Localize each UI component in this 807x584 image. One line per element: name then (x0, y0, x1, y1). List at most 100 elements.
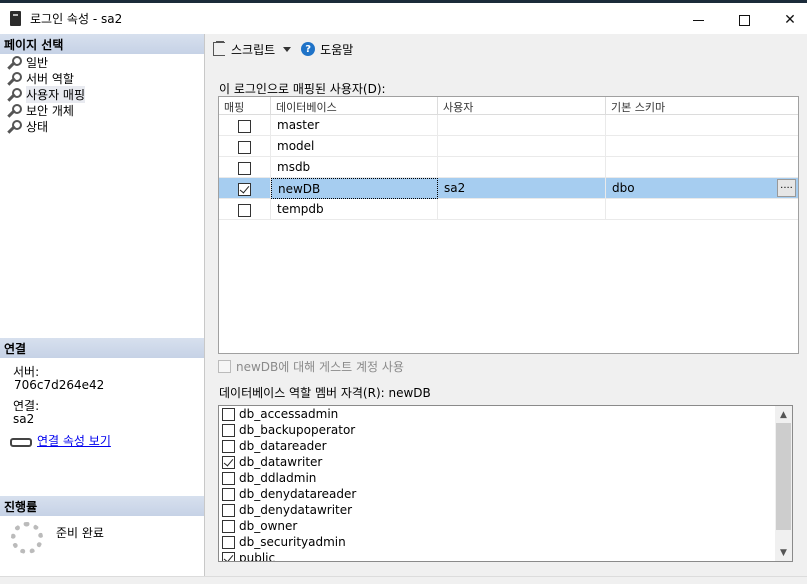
guest-checkbox[interactable] (218, 360, 231, 373)
column-header-user[interactable]: 사용자 (438, 97, 606, 115)
table-row-selected[interactable]: newDB sa2 dbo .... (219, 178, 798, 199)
minimize-button[interactable] (675, 6, 721, 34)
nav-item-label: 서버 역할 (26, 71, 74, 86)
role-checkbox[interactable] (222, 471, 235, 485)
schema-cell[interactable] (606, 115, 798, 136)
progress-spinner-icon (11, 522, 43, 554)
role-membership-list: db_accessadmin db_backupoperator db_data… (218, 405, 793, 562)
schema-value: dbo (612, 181, 635, 195)
map-checkbox[interactable] (238, 120, 251, 133)
role-checkbox[interactable] (222, 503, 235, 517)
role-checkbox[interactable] (222, 455, 235, 469)
guest-label: newDB에 대해 게스트 계정 사용 (236, 360, 404, 374)
chevron-down-icon[interactable] (283, 46, 292, 52)
list-item[interactable]: db_datawriter (222, 454, 322, 470)
list-item[interactable]: db_denydatareader (222, 486, 356, 502)
close-button[interactable]: ✕ (767, 6, 807, 34)
schema-cell[interactable] (606, 136, 798, 157)
nav-item-user-mapping[interactable]: 사용자 매핑 (6, 85, 86, 103)
table-row[interactable]: master (219, 115, 798, 136)
browse-schema-button[interactable]: .... (777, 179, 796, 197)
database-cell: newDB (271, 178, 438, 199)
role-checkbox[interactable] (222, 407, 235, 421)
schema-cell[interactable]: dbo .... (606, 178, 798, 199)
role-name: public (239, 551, 276, 562)
scroll-thumb[interactable] (776, 423, 791, 530)
list-item[interactable]: db_ddladmin (222, 470, 316, 486)
help-label: 도움말 (320, 42, 354, 57)
role-checkbox[interactable] (222, 535, 235, 549)
list-item[interactable]: db_securityadmin (222, 534, 346, 550)
role-name: db_securityadmin (239, 535, 346, 549)
table-row[interactable]: msdb (219, 157, 798, 178)
map-checkbox[interactable] (238, 162, 251, 175)
role-checkbox[interactable] (222, 487, 235, 501)
map-cell (219, 136, 271, 157)
nav-item-general[interactable]: 일반 (6, 54, 85, 70)
role-name: db_backupoperator (239, 423, 356, 437)
wrench-icon (6, 87, 22, 101)
list-item[interactable]: public (222, 550, 276, 562)
nav-item-status[interactable]: 상태 (6, 118, 85, 134)
guest-account-option[interactable]: newDB에 대해 게스트 계정 사용 (218, 358, 404, 375)
role-checkbox[interactable] (222, 423, 235, 437)
help-icon: ? (301, 42, 316, 56)
column-header-default-schema[interactable]: 기본 스키마 (606, 97, 798, 115)
help-button[interactable]: ? 도움말 (301, 41, 353, 58)
map-cell (219, 115, 271, 136)
nav-item-label: 사용자 매핑 (26, 85, 86, 103)
maximize-icon (738, 14, 750, 26)
map-cell (219, 199, 271, 220)
toolbar: 스크립트 ? 도움말 (213, 40, 363, 58)
role-checkbox[interactable] (222, 551, 235, 561)
wrench-icon (6, 103, 22, 117)
grid-header: 매핑 데이터베이스 사용자 기본 스키마 (219, 97, 798, 115)
window-title: 로그인 속성 - sa2 (30, 12, 123, 26)
progress-status: 준비 완료 (56, 526, 104, 540)
column-header-map[interactable]: 매핑 (219, 97, 271, 115)
scroll-up-icon[interactable]: ▲ (775, 406, 792, 423)
user-cell[interactable] (438, 199, 606, 220)
role-checkbox[interactable] (222, 519, 235, 533)
user-cell[interactable] (438, 115, 606, 136)
connection-info: 연결: sa2 (13, 400, 39, 426)
map-checkbox[interactable] (238, 141, 251, 154)
nav-item-server-roles[interactable]: 서버 역할 (6, 70, 85, 86)
script-icon (213, 41, 225, 56)
table-row[interactable]: model (219, 136, 798, 157)
server-value: 706c7d264e42 (14, 378, 105, 392)
list-item[interactable]: db_backupoperator (222, 422, 355, 438)
database-cell: msdb (271, 157, 438, 178)
connection-value: sa2 (13, 412, 35, 426)
role-checkbox[interactable] (222, 439, 235, 453)
map-checkbox[interactable] (238, 183, 251, 196)
script-button[interactable]: 스크립트 (213, 41, 292, 58)
schema-cell[interactable] (606, 199, 798, 220)
pages-header: 페이지 선택 (0, 34, 204, 54)
schema-cell[interactable] (606, 157, 798, 178)
list-item[interactable]: db_owner (222, 518, 297, 534)
list-item[interactable]: db_datareader (222, 438, 327, 454)
column-header-database[interactable]: 데이터베이스 (271, 97, 438, 115)
view-connection-link[interactable]: 연결 속성 보기 (37, 432, 111, 449)
vertical-scrollbar[interactable]: ▲ ▼ (775, 406, 792, 561)
nav-item-label: 상태 (26, 119, 49, 134)
sidebar: 페이지 선택 일반 서버 역할 사용자 매핑 보안 개체 상태 연결 서버: 7… (0, 34, 205, 584)
page-nav: 일반 서버 역할 사용자 매핑 보안 개체 상태 (6, 54, 86, 134)
list-item[interactable]: db_accessadmin (222, 406, 338, 422)
wrench-icon (6, 71, 22, 85)
user-cell[interactable]: sa2 (438, 178, 606, 199)
scroll-down-icon[interactable]: ▼ (775, 544, 792, 561)
view-connection-properties[interactable]: 연결 속성 보기 (10, 432, 111, 449)
user-cell[interactable] (438, 136, 606, 157)
list-item[interactable]: db_denydatawriter (222, 502, 352, 518)
map-checkbox[interactable] (238, 204, 251, 217)
maximize-button[interactable] (721, 6, 767, 34)
roles-label: 데이터베이스 역할 멤버 자격(R): newDB (219, 386, 431, 400)
table-row[interactable]: tempdb (219, 199, 798, 220)
nav-item-securables[interactable]: 보안 개체 (6, 102, 85, 118)
server-info: 서버: 706c7d264e42 (13, 366, 104, 392)
user-mapping-grid: 매핑 데이터베이스 사용자 기본 스키마 master model msdb n… (218, 96, 799, 354)
user-cell[interactable] (438, 157, 606, 178)
role-name: db_accessadmin (239, 407, 339, 421)
